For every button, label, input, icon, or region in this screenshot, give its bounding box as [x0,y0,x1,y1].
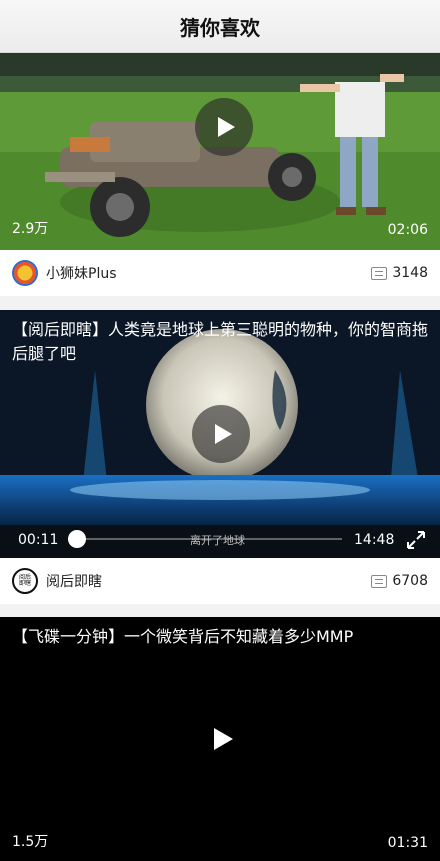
author-name[interactable]: 阅后即瞎 [46,571,371,591]
video-duration: 02:06 [387,222,428,238]
page-title-bar: 猜你喜欢 [0,0,440,53]
video-title: 【阅后即瞎】人类竟是地球上第三聪明的物种，你的智商拖后腿了吧 [12,320,429,363]
video-player[interactable]: 【阅后即瞎】人类竟是地球上第三聪明的物种，你的智商拖后腿了吧 00:11 离开了… [0,310,440,558]
play-icon [215,424,232,444]
video-thumbnail[interactable]: 2.9万 02:06 [0,52,440,250]
video-meta: 阅后即瞎 阅后即瞎 6708 [0,558,440,604]
current-time: 00:11 [18,532,59,548]
comment-count: 6708 [392,573,428,589]
play-button[interactable] [195,98,253,156]
fullscreen-icon[interactable] [405,529,427,551]
comment-count-button[interactable]: 6708 [371,573,428,589]
play-icon [218,117,235,137]
comment-icon [371,266,388,280]
video-duration: 01:31 [387,835,428,851]
video-thumbnail[interactable]: 【飞碟一分钟】一个微笑背后不知藏着多少MMP 1.5万 01:31 [0,617,440,861]
avatar[interactable] [12,260,38,286]
video-card-1[interactable]: 2.9万 02:06 小狮妹Plus 3148 [0,52,440,296]
comment-icon [371,574,388,588]
page-title: 猜你喜欢 [180,15,260,40]
video-card-2[interactable]: 【阅后即瞎】人类竟是地球上第三聪明的物种，你的智商拖后腿了吧 00:11 离开了… [0,310,440,604]
total-time: 14:48 [354,532,395,548]
video-title: 【飞碟一分钟】一个微笑背后不知藏着多少MMP [12,627,354,646]
avatar[interactable]: 阅后即瞎 [12,568,38,594]
view-count: 2.9万 [12,221,49,237]
video-card-3[interactable]: 【飞碟一分钟】一个微笑背后不知藏着多少MMP 1.5万 01:31 [0,617,440,861]
play-icon[interactable] [214,728,233,750]
avatar-text: 阅后即瞎 [18,574,31,587]
play-button[interactable] [192,405,250,463]
author-name[interactable]: 小狮妹Plus [46,263,371,283]
view-count: 1.5万 [12,834,49,850]
progress-handle[interactable] [68,530,86,548]
comment-count: 3148 [392,265,428,281]
caption-text: 离开了地球 [190,534,245,547]
video-meta: 小狮妹Plus 3148 [0,250,440,296]
comment-count-button[interactable]: 3148 [371,265,428,281]
